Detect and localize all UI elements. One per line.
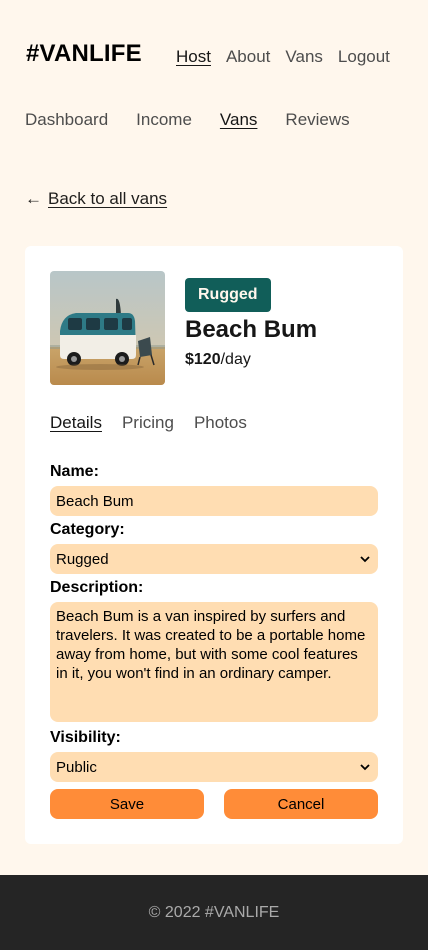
back-arrow-icon: ← [25,189,42,208]
site-footer: © 2022 #VANLIFE [0,875,428,950]
name-input[interactable]: Beach Bum [50,486,378,516]
visibility-label: Visibility: [50,729,121,746]
van-price-period: /day [220,351,251,368]
host-nav-reviews[interactable]: Reviews [285,110,349,130]
category-select-value: Rugged [56,550,109,568]
nav-host[interactable]: Host [176,47,211,67]
back-to-vans[interactable]: ← Back to all vans [25,189,167,209]
van-type-badge: Rugged [185,278,271,312]
description-textarea[interactable]: Beach Bum is a van inspired by surfers a… [50,602,378,722]
van-price-amount: $120 [185,351,221,368]
main-nav: Host About Vans Logout [176,47,390,67]
van-edit-form: Name: Beach Bum Category: Rugged Descrip… [50,462,378,782]
tab-details[interactable]: Details [50,413,102,433]
chevron-down-icon [360,555,370,562]
van-photo [50,271,165,385]
site-header: #VANLIFE Host About Vans Logout [0,0,428,110]
host-nav-vans[interactable]: Vans [220,110,258,130]
visibility-select-value: Public [56,758,97,776]
form-actions: Save Cancel [50,789,378,819]
nav-vans[interactable]: Vans [285,47,323,67]
van-detail-card: Rugged Beach Bum $120/day Details Pricin… [25,246,403,844]
chevron-down-icon [360,763,370,770]
name-label: Name: [50,463,99,480]
host-nav-dashboard[interactable]: Dashboard [25,110,108,130]
tab-photos[interactable]: Photos [194,413,247,433]
name-input-value: Beach Bum [56,492,134,510]
category-label: Category: [50,521,125,538]
site-logo[interactable]: #VANLIFE [26,40,142,68]
host-nav: Dashboard Income Vans Reviews [25,110,350,130]
footer-copyright: © 2022 #VANLIFE [148,903,280,921]
host-nav-income[interactable]: Income [136,110,192,130]
van-detail-tabs: Details Pricing Photos [50,413,247,433]
save-button[interactable]: Save [50,789,204,819]
nav-about[interactable]: About [226,47,270,67]
description-label: Description: [50,579,144,596]
visibility-select[interactable]: Public [50,752,378,782]
tab-pricing[interactable]: Pricing [122,413,174,433]
van-price: $120/day [185,351,251,369]
back-link[interactable]: Back to all vans [48,189,167,209]
category-select[interactable]: Rugged [50,544,378,574]
van-photo-image [50,271,165,385]
van-name: Beach Bum [185,316,318,343]
cancel-button[interactable]: Cancel [224,789,378,819]
nav-logout[interactable]: Logout [338,47,390,67]
